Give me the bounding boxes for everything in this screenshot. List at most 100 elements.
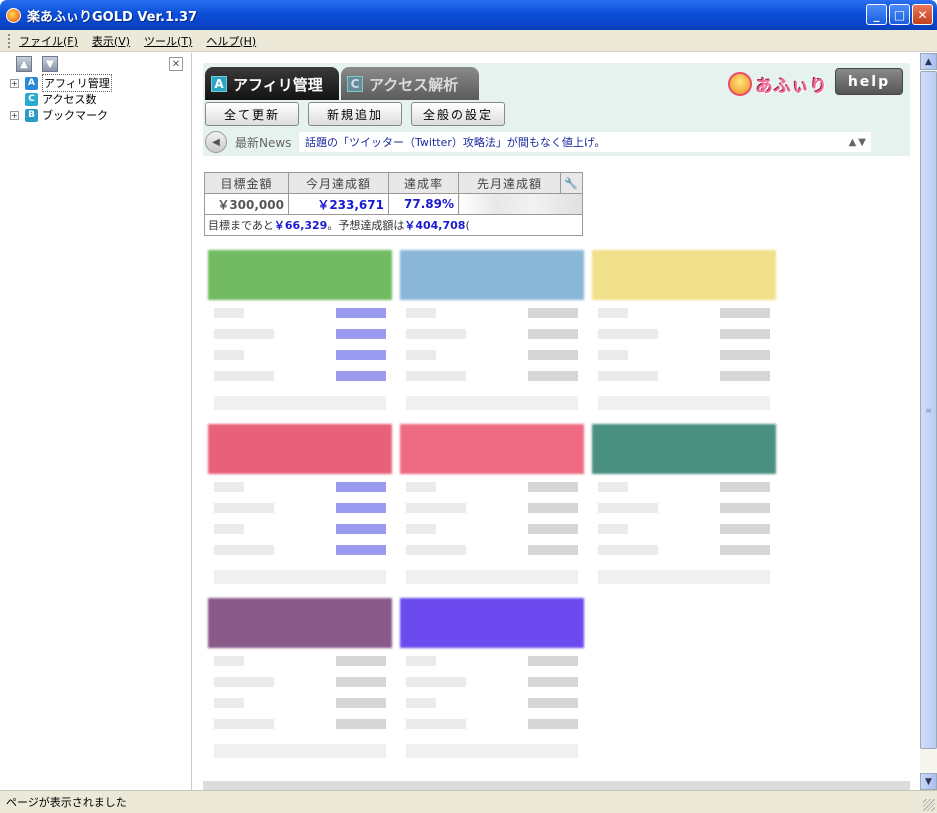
card-header bbox=[400, 598, 584, 648]
header-rate: 達成率 bbox=[388, 172, 459, 194]
card-row bbox=[214, 346, 386, 364]
card-rows bbox=[592, 300, 776, 392]
minimize-button[interactable]: _ bbox=[866, 4, 887, 25]
affiliate-card[interactable] bbox=[208, 424, 392, 590]
window-controls: _ □ ✕ bbox=[866, 4, 933, 25]
news-scroll-arrows[interactable]: ▲▼ bbox=[849, 137, 868, 148]
card-rows bbox=[400, 648, 584, 740]
maximize-button[interactable]: □ bbox=[889, 4, 910, 25]
affiliate-card[interactable] bbox=[208, 598, 392, 764]
move-down-icon[interactable]: ▼ bbox=[42, 56, 58, 72]
tree-list: + A アフィリ管理 C アクセス数 + B ブックマーク bbox=[0, 74, 191, 123]
forecast-prefix: 。予想達成額は bbox=[327, 219, 405, 232]
menu-file[interactable]: ファイル(F) bbox=[19, 33, 78, 49]
remain-prefix: 目標まであと bbox=[208, 219, 274, 232]
card-footer bbox=[214, 396, 386, 410]
card-header bbox=[592, 424, 776, 474]
card-cell bbox=[214, 308, 244, 318]
afiri-logo: あふぃり bbox=[728, 71, 828, 97]
card-cell bbox=[720, 350, 770, 360]
card-rows bbox=[592, 474, 776, 566]
tree-item[interactable]: C アクセス数 bbox=[0, 91, 191, 107]
refresh-all-button[interactable]: 全て更新 bbox=[205, 102, 299, 126]
card-row bbox=[406, 715, 578, 733]
title-bar: 楽あふぃりGOLD Ver.1.37 _ □ ✕ bbox=[0, 0, 937, 30]
affiliate-card[interactable] bbox=[592, 424, 776, 590]
tree-item[interactable]: + B ブックマーク bbox=[0, 107, 191, 123]
card-header bbox=[208, 598, 392, 648]
card-row bbox=[214, 715, 386, 733]
wrench-icon[interactable]: 🔧 bbox=[560, 172, 583, 194]
scroll-down-icon[interactable]: ▼ bbox=[920, 773, 937, 790]
card-cell bbox=[720, 308, 770, 318]
affiliate-card[interactable] bbox=[400, 250, 584, 416]
menu-help[interactable]: ヘルプ(H) bbox=[206, 33, 256, 49]
card-footer bbox=[406, 744, 578, 758]
affiliate-card[interactable] bbox=[208, 250, 392, 416]
card-cell bbox=[406, 524, 436, 534]
tab-affiliate[interactable]: A アフィリ管理 bbox=[205, 67, 339, 101]
card-cell bbox=[214, 698, 244, 708]
move-up-icon[interactable]: ▲ bbox=[16, 56, 32, 72]
tab-affiliate-label: アフィリ管理 bbox=[233, 75, 323, 94]
card-cell bbox=[528, 503, 578, 513]
access-tab-icon: C bbox=[347, 76, 363, 92]
card-cell bbox=[720, 371, 770, 381]
scroll-thumb[interactable]: ≡ bbox=[920, 71, 937, 749]
card-row bbox=[406, 367, 578, 385]
tree-node-icon: B bbox=[25, 108, 38, 122]
summary-table: 目標金額 今月達成額 達成率 先月達成額 🔧 ￥300,000 ￥233,671… bbox=[204, 172, 583, 236]
card-cell bbox=[406, 698, 436, 708]
menu-grip bbox=[8, 33, 11, 48]
app-icon bbox=[6, 7, 21, 23]
expand-icon[interactable]: + bbox=[10, 78, 19, 88]
card-cell bbox=[528, 350, 578, 360]
settings-button[interactable]: 全般の設定 bbox=[411, 102, 505, 126]
affiliate-card[interactable] bbox=[592, 250, 776, 416]
card-rows bbox=[208, 474, 392, 566]
bottom-info-strip bbox=[203, 781, 910, 790]
news-back-icon[interactable]: ◀ bbox=[205, 131, 227, 153]
card-cell bbox=[336, 719, 386, 729]
card-header bbox=[208, 250, 392, 300]
card-cell bbox=[528, 677, 578, 687]
affiliate-card[interactable] bbox=[400, 598, 584, 764]
card-cell bbox=[528, 308, 578, 318]
card-row bbox=[406, 478, 578, 496]
scroll-up-icon[interactable]: ▲ bbox=[920, 53, 937, 70]
card-cell bbox=[720, 482, 770, 492]
card-header bbox=[592, 250, 776, 300]
resize-grip-icon[interactable] bbox=[923, 799, 935, 811]
card-cell bbox=[336, 545, 386, 555]
tree-panel: ▲ ▼ ✕ + A アフィリ管理 C アクセス数 + B ブックマーク bbox=[0, 53, 192, 790]
menu-tools[interactable]: ツール(T) bbox=[144, 33, 192, 49]
card-header bbox=[208, 424, 392, 474]
news-ticker[interactable]: 話題の「ツイッター（Twitter）攻略法」が間もなく値上げ。 bbox=[299, 132, 871, 152]
main-content: A アフィリ管理 C アクセス解析 あふぃり help 全て更新 新規追加 全般… bbox=[193, 53, 920, 790]
tree-item[interactable]: + A アフィリ管理 bbox=[0, 74, 191, 92]
card-row bbox=[598, 478, 770, 496]
card-cell bbox=[214, 656, 244, 666]
add-new-button[interactable]: 新規追加 bbox=[308, 102, 402, 126]
help-button[interactable]: help bbox=[835, 68, 903, 95]
tree-close-icon[interactable]: ✕ bbox=[169, 57, 183, 71]
affiliate-card[interactable] bbox=[400, 424, 584, 590]
vertical-scrollbar[interactable]: ▲ ≡ ▼ bbox=[920, 53, 937, 790]
header-target: 目標金額 bbox=[204, 172, 289, 194]
menu-view[interactable]: 表示(V) bbox=[92, 33, 130, 49]
last-month-value-blurred bbox=[458, 193, 583, 215]
card-row bbox=[214, 478, 386, 496]
this-month-value: ￥233,671 bbox=[288, 193, 389, 215]
header-this-month: 今月達成額 bbox=[288, 172, 389, 194]
card-cell bbox=[720, 329, 770, 339]
tree-item-label: ブックマーク bbox=[42, 109, 108, 122]
card-cell bbox=[528, 698, 578, 708]
card-cell bbox=[528, 656, 578, 666]
expand-icon[interactable]: + bbox=[10, 110, 19, 120]
card-cell bbox=[406, 545, 466, 555]
card-cell bbox=[214, 350, 244, 360]
tab-access[interactable]: C アクセス解析 bbox=[341, 67, 479, 101]
close-button[interactable]: ✕ bbox=[912, 4, 933, 25]
card-cell bbox=[406, 503, 466, 513]
rate-value: 77.89% bbox=[388, 193, 459, 215]
